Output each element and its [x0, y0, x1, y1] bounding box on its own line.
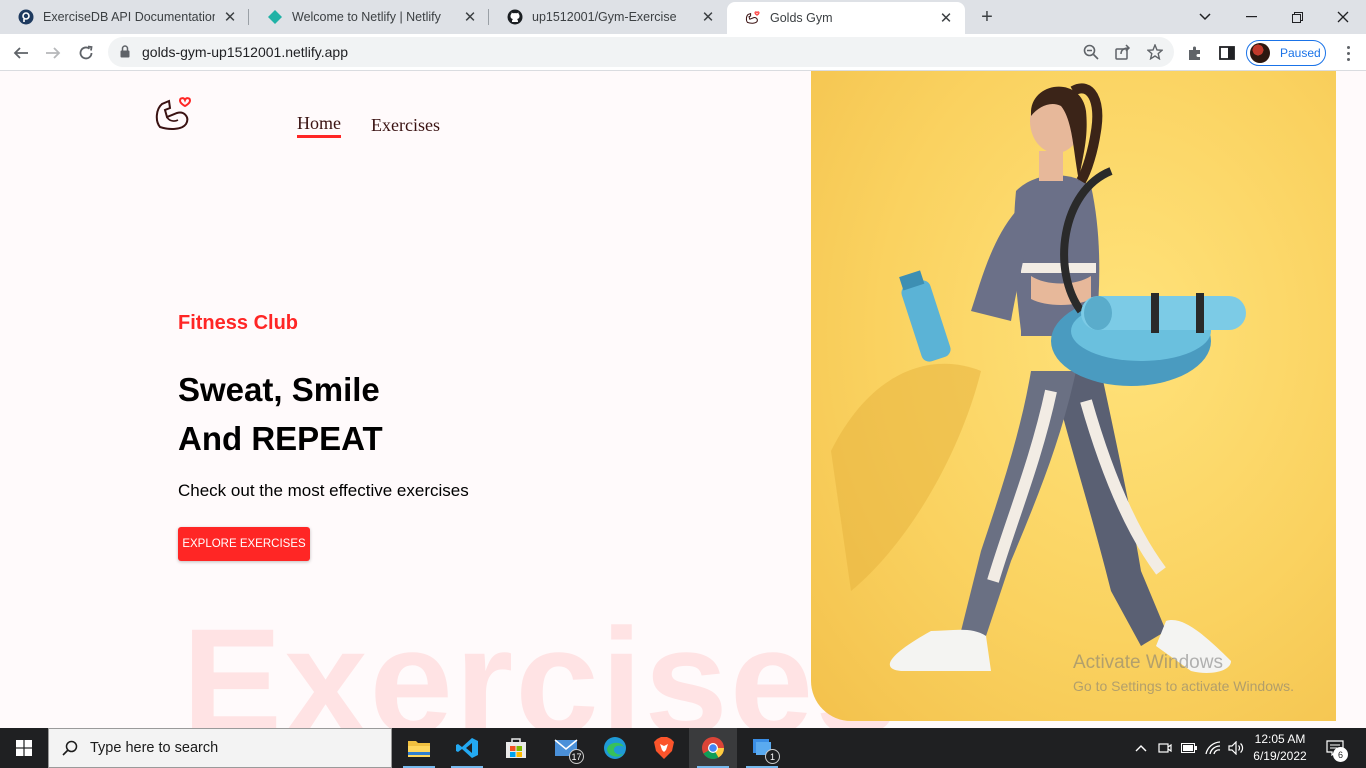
address-bar[interactable]: golds-gym-up1512001.netlify.app: [108, 37, 1174, 67]
browser-menu-icon[interactable]: [1338, 42, 1358, 64]
activate-windows-title: Activate Windows: [1073, 652, 1223, 673]
tab-title: up1512001/Gym-Exercise: [532, 10, 677, 24]
tab-title: Golds Gym: [770, 11, 833, 25]
wifi-icon[interactable]: [1203, 728, 1223, 768]
hero-subtitle: Fitness Club: [178, 312, 299, 334]
close-icon[interactable]: ✕: [221, 8, 239, 26]
search-icon: [62, 740, 78, 756]
hero-banner-image: [811, 71, 1336, 721]
mail-icon[interactable]: 17: [542, 728, 590, 768]
meet-now-icon[interactable]: [1155, 728, 1175, 768]
chrome-icon[interactable]: [689, 728, 737, 768]
mail-badge: 17: [569, 749, 584, 764]
nav-home-link[interactable]: Home: [297, 113, 341, 138]
minimize-button[interactable]: [1228, 0, 1274, 34]
share-icon[interactable]: [1114, 43, 1132, 61]
close-window-button[interactable]: [1320, 0, 1366, 34]
remote-desktop-icon[interactable]: 1: [738, 728, 786, 768]
nav-exercises-link[interactable]: Exercises: [371, 115, 440, 136]
restore-button[interactable]: [1274, 0, 1320, 34]
brave-icon[interactable]: [640, 728, 688, 768]
tab-golds-gym[interactable]: Golds Gym ✕: [727, 2, 965, 34]
hero-title: Sweat, Smile And REPEAT: [178, 365, 383, 463]
reload-button[interactable]: [72, 39, 100, 67]
tab-search-chevron-icon[interactable]: [1182, 0, 1228, 34]
profile-status: Paused: [1280, 46, 1321, 60]
tab-title: Welcome to Netlify | Netlify: [292, 10, 441, 24]
clock-time: 12:05 AM: [1254, 732, 1306, 746]
activate-windows-watermark: Activate Windows Go to Settings to activ…: [1073, 652, 1294, 694]
profile-button[interactable]: Paused: [1246, 40, 1326, 66]
activate-windows-hint: Go to Settings to activate Windows.: [1073, 678, 1294, 694]
rapidapi-icon: [18, 9, 34, 25]
close-icon[interactable]: ✕: [461, 8, 479, 26]
file-explorer-icon[interactable]: [395, 728, 443, 768]
hero-description: Check out the most effective exercises: [178, 481, 469, 500]
netlify-icon: [267, 9, 283, 25]
github-icon: [507, 9, 523, 25]
windows-taskbar: Type here to search 17 1 12:05 AM 6/19/2…: [0, 728, 1366, 768]
microsoft-store-icon[interactable]: [492, 728, 540, 768]
bookmark-star-icon[interactable]: [1146, 43, 1164, 61]
side-panel-icon[interactable]: [1217, 43, 1237, 63]
browser-toolbar: golds-gym-up1512001.netlify.app: [0, 34, 1366, 71]
remote-badge: 1: [765, 749, 780, 764]
edge-icon[interactable]: [591, 728, 639, 768]
vscode-icon[interactable]: [443, 728, 491, 768]
new-tab-button[interactable]: +: [976, 6, 998, 28]
notification-badge: 6: [1333, 747, 1348, 762]
extensions-icon[interactable]: [1185, 43, 1205, 63]
tab-strip: ExerciseDB API Documentation ( ✕ Welcome…: [0, 0, 1366, 34]
taskbar-clock[interactable]: 12:05 AM 6/19/2022: [1248, 731, 1312, 765]
clock-date: 6/19/2022: [1253, 749, 1307, 763]
avatar: [1250, 43, 1270, 63]
page-viewport: Home Exercises Exercises Fitness Club Sw…: [0, 71, 1366, 728]
volume-icon[interactable]: [1226, 728, 1246, 768]
close-icon[interactable]: ✕: [699, 8, 717, 26]
tab-github[interactable]: up1512001/Gym-Exercise ✕: [489, 0, 727, 34]
tab-netlify[interactable]: Welcome to Netlify | Netlify ✕: [249, 0, 489, 34]
show-hidden-icons-chevron-icon[interactable]: [1131, 728, 1151, 768]
address-url[interactable]: golds-gym-up1512001.netlify.app: [142, 44, 348, 60]
logo-icon[interactable]: [154, 95, 194, 133]
watermark-text: Exercises: [182, 597, 901, 728]
tab-title: ExerciseDB API Documentation (: [43, 10, 215, 24]
explore-exercises-button[interactable]: EXPLORE EXERCISES: [178, 527, 310, 561]
golds-gym-icon: [745, 10, 761, 26]
woman-walking-illustration: [831, 83, 1246, 673]
forward-button[interactable]: [39, 39, 67, 67]
taskbar-search-input[interactable]: Type here to search: [48, 728, 392, 768]
hero-title-line-2: And REPEAT: [178, 420, 383, 457]
lock-icon[interactable]: [120, 45, 130, 63]
zoom-icon[interactable]: [1082, 43, 1100, 61]
search-placeholder: Type here to search: [90, 740, 219, 756]
battery-icon[interactable]: [1179, 728, 1199, 768]
tab-exercisedb[interactable]: ExerciseDB API Documentation ( ✕: [0, 0, 249, 34]
notification-center-icon[interactable]: 6: [1320, 728, 1350, 768]
windows-start-icon[interactable]: [0, 728, 48, 768]
close-icon[interactable]: ✕: [937, 9, 955, 27]
hero-title-line-1: Sweat, Smile: [178, 371, 380, 408]
back-button[interactable]: [7, 39, 35, 67]
